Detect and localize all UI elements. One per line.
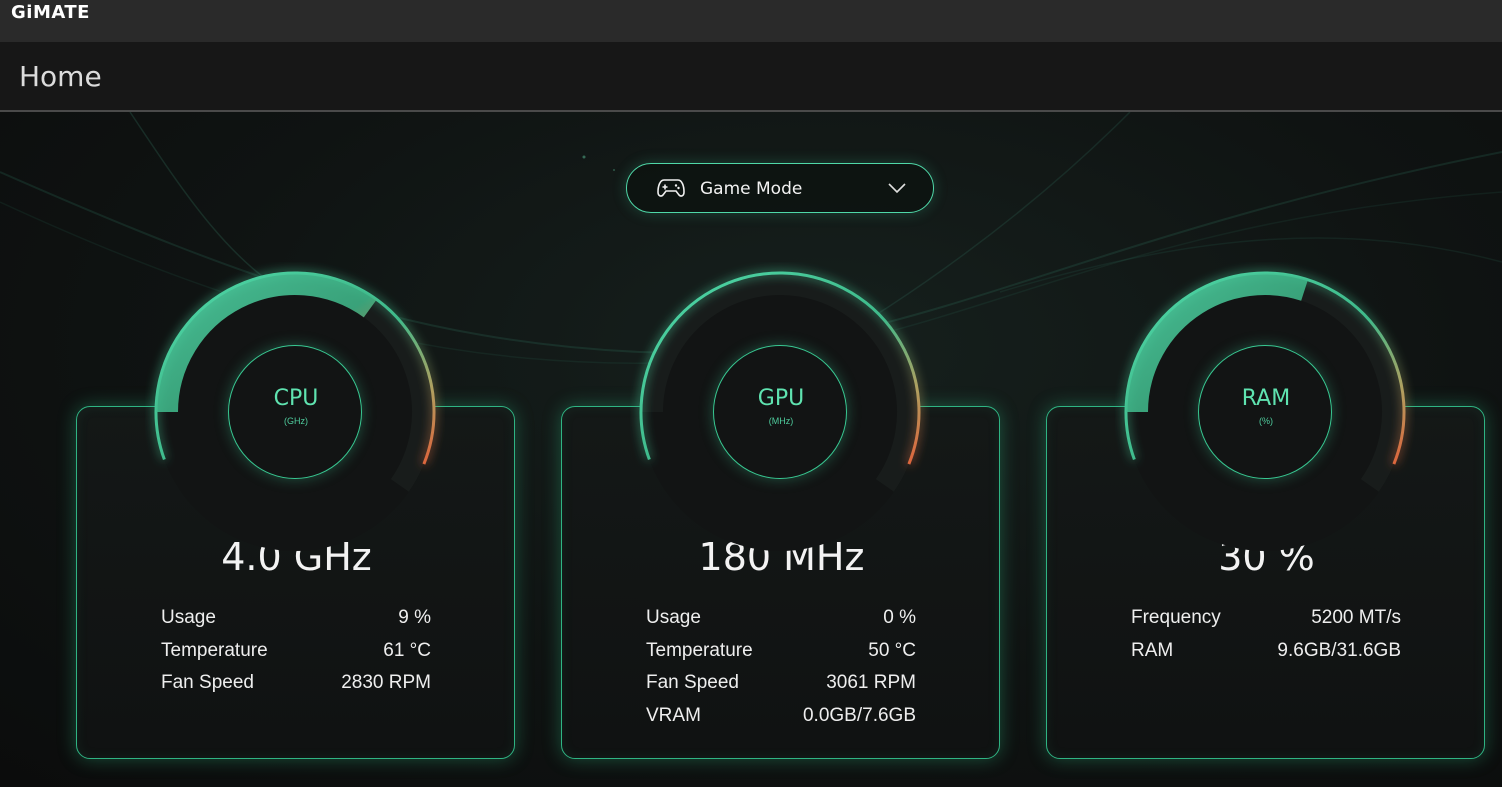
gpu-stats: Usage 0 % Temperature 50 °C Fan Speed 3061 … — [646, 607, 916, 737]
stat-row: Usage 0 % — [646, 607, 916, 640]
cpu-stats: Usage 9 % Temperature 61 °C Fan Speed 2830 … — [161, 607, 431, 705]
stat-label: Fan Speed — [161, 672, 254, 693]
stat-row: Frequency 5200 MT/s — [1131, 607, 1401, 640]
stat-value: 3061 RPM — [826, 672, 916, 693]
gpu-unit: (MHz) — [768, 416, 794, 426]
mode-value: Game Mode — [700, 179, 803, 199]
title-bar: GiMATE — [0, 0, 1502, 42]
gpu-label: GPU — [757, 386, 805, 411]
page-header: Home — [0, 42, 1502, 112]
stat-value: 0 % — [883, 607, 916, 628]
ram-gauge-center: RAM (%) — [1198, 345, 1332, 479]
stat-row: VRAM 0.0GB/7.6GB — [646, 705, 916, 738]
stat-label: Usage — [646, 607, 701, 628]
stat-value: 9 % — [398, 607, 431, 628]
stat-label: RAM — [1131, 639, 1174, 661]
stat-row: Temperature 50 °C — [646, 640, 916, 673]
stat-row: Temperature 61 °C — [161, 640, 431, 673]
stat-value: 9.6GB/31.6GB — [1277, 639, 1401, 661]
gamepad-icon — [657, 179, 685, 197]
stat-label: Fan Speed — [646, 672, 739, 693]
stat-value: 2830 RPM — [341, 672, 431, 693]
stat-label: Usage — [161, 607, 216, 628]
cpu-label: CPU — [273, 386, 319, 411]
ram-unit: (%) — [1259, 416, 1273, 426]
stat-label: Temperature — [161, 639, 268, 661]
stat-value: 0.0GB/7.6GB — [802, 704, 916, 726]
ram-label: RAM — [1241, 386, 1291, 411]
stat-row: Usage 9 % — [161, 607, 431, 640]
gpu-gauge-center: GPU (MHz) — [713, 345, 847, 479]
cpu-gauge-center: CPU (GHz) — [228, 345, 362, 479]
stat-value: 50 °C — [868, 639, 916, 661]
stat-value: 5200 MT/s — [1311, 607, 1401, 628]
stat-row: RAM 9.6GB/31.6GB — [1131, 640, 1401, 673]
chevron-down-icon — [888, 183, 906, 194]
page-title: Home — [19, 60, 102, 93]
app-title: GiMATE — [11, 2, 90, 23]
stat-label: Frequency — [1131, 607, 1221, 628]
cpu-unit: (GHz) — [284, 416, 308, 426]
stat-value: 61 °C — [383, 639, 431, 661]
stat-label: Temperature — [646, 639, 753, 661]
stat-label: VRAM — [646, 704, 701, 726]
ram-stats: Frequency 5200 MT/s RAM 9.6GB/31.6GB — [1131, 607, 1401, 672]
mode-dropdown[interactable]: Game Mode — [626, 163, 934, 213]
stat-row: Fan Speed 3061 RPM — [646, 672, 916, 705]
dashboard: Game Mode 4.0 GHz Usage 9 % Temperature 61… — [0, 112, 1502, 787]
stat-row: Fan Speed 2830 RPM — [161, 672, 431, 705]
